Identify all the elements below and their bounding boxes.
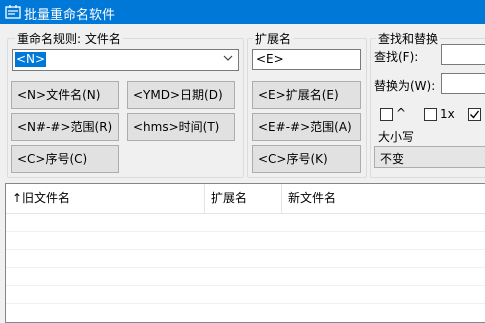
app-icon	[5, 5, 21, 19]
insert-time-button[interactable]: <hms>时间(T)	[127, 113, 235, 141]
grid-line	[6, 249, 485, 250]
regex-start-checkbox[interactable]	[380, 108, 393, 121]
insert-counter-button[interactable]: <C>序号(C)	[11, 145, 119, 173]
checkmark-icon	[470, 110, 480, 119]
insert-extension-button[interactable]: <E>扩展名(E)	[252, 81, 361, 109]
case-select[interactable]: 不变	[374, 146, 485, 168]
find-replace-label: 查找和替换	[376, 30, 441, 47]
title-bar: 批量重命名软件	[0, 0, 485, 24]
regex-start-label: ^	[396, 106, 407, 120]
file-list-header: ↑旧文件名 扩展名 新文件名	[6, 184, 485, 214]
extension-label: 扩展名	[253, 30, 294, 47]
find-input[interactable]	[441, 44, 485, 65]
grid-line	[6, 231, 485, 232]
grid-line	[6, 303, 485, 304]
column-old-name[interactable]: ↑旧文件名	[6, 184, 205, 213]
extension-input[interactable]: <E>	[252, 49, 361, 70]
window-title: 批量重命名软件	[24, 8, 116, 23]
column-new-name[interactable]: 新文件名	[282, 184, 485, 213]
case-label: 大小写	[376, 128, 417, 145]
file-list[interactable]: ↑旧文件名 扩展名 新文件名	[5, 183, 485, 323]
replace-once-label: 1x	[440, 107, 455, 121]
insert-range-button[interactable]: <N#-#>范围(R)	[11, 113, 119, 141]
rule-combobox[interactable]: <N>	[12, 49, 239, 71]
rename-rule-label: 重命名规则: 文件名	[15, 30, 123, 47]
replace-label: 替换为(W):	[374, 79, 436, 93]
case-value: 不变	[380, 152, 405, 166]
option-checkbox[interactable]	[468, 108, 481, 121]
insert-ext-range-button[interactable]: <E#-#>范围(A)	[252, 113, 361, 141]
grid-line	[6, 267, 485, 268]
insert-date-button[interactable]: <YMD>日期(D)	[127, 81, 235, 109]
find-label: 查找(F):	[374, 50, 419, 64]
insert-ext-counter-button[interactable]: <C>序号(K)	[252, 145, 361, 173]
chevron-down-icon[interactable]	[223, 54, 233, 62]
grid-line	[6, 285, 485, 286]
rule-value: <N>	[15, 52, 47, 67]
replace-once-checkbox[interactable]	[424, 108, 437, 121]
insert-name-button[interactable]: <N>文件名(N)	[11, 81, 119, 109]
replace-input[interactable]	[441, 73, 485, 94]
column-extension[interactable]: 扩展名	[205, 184, 282, 213]
